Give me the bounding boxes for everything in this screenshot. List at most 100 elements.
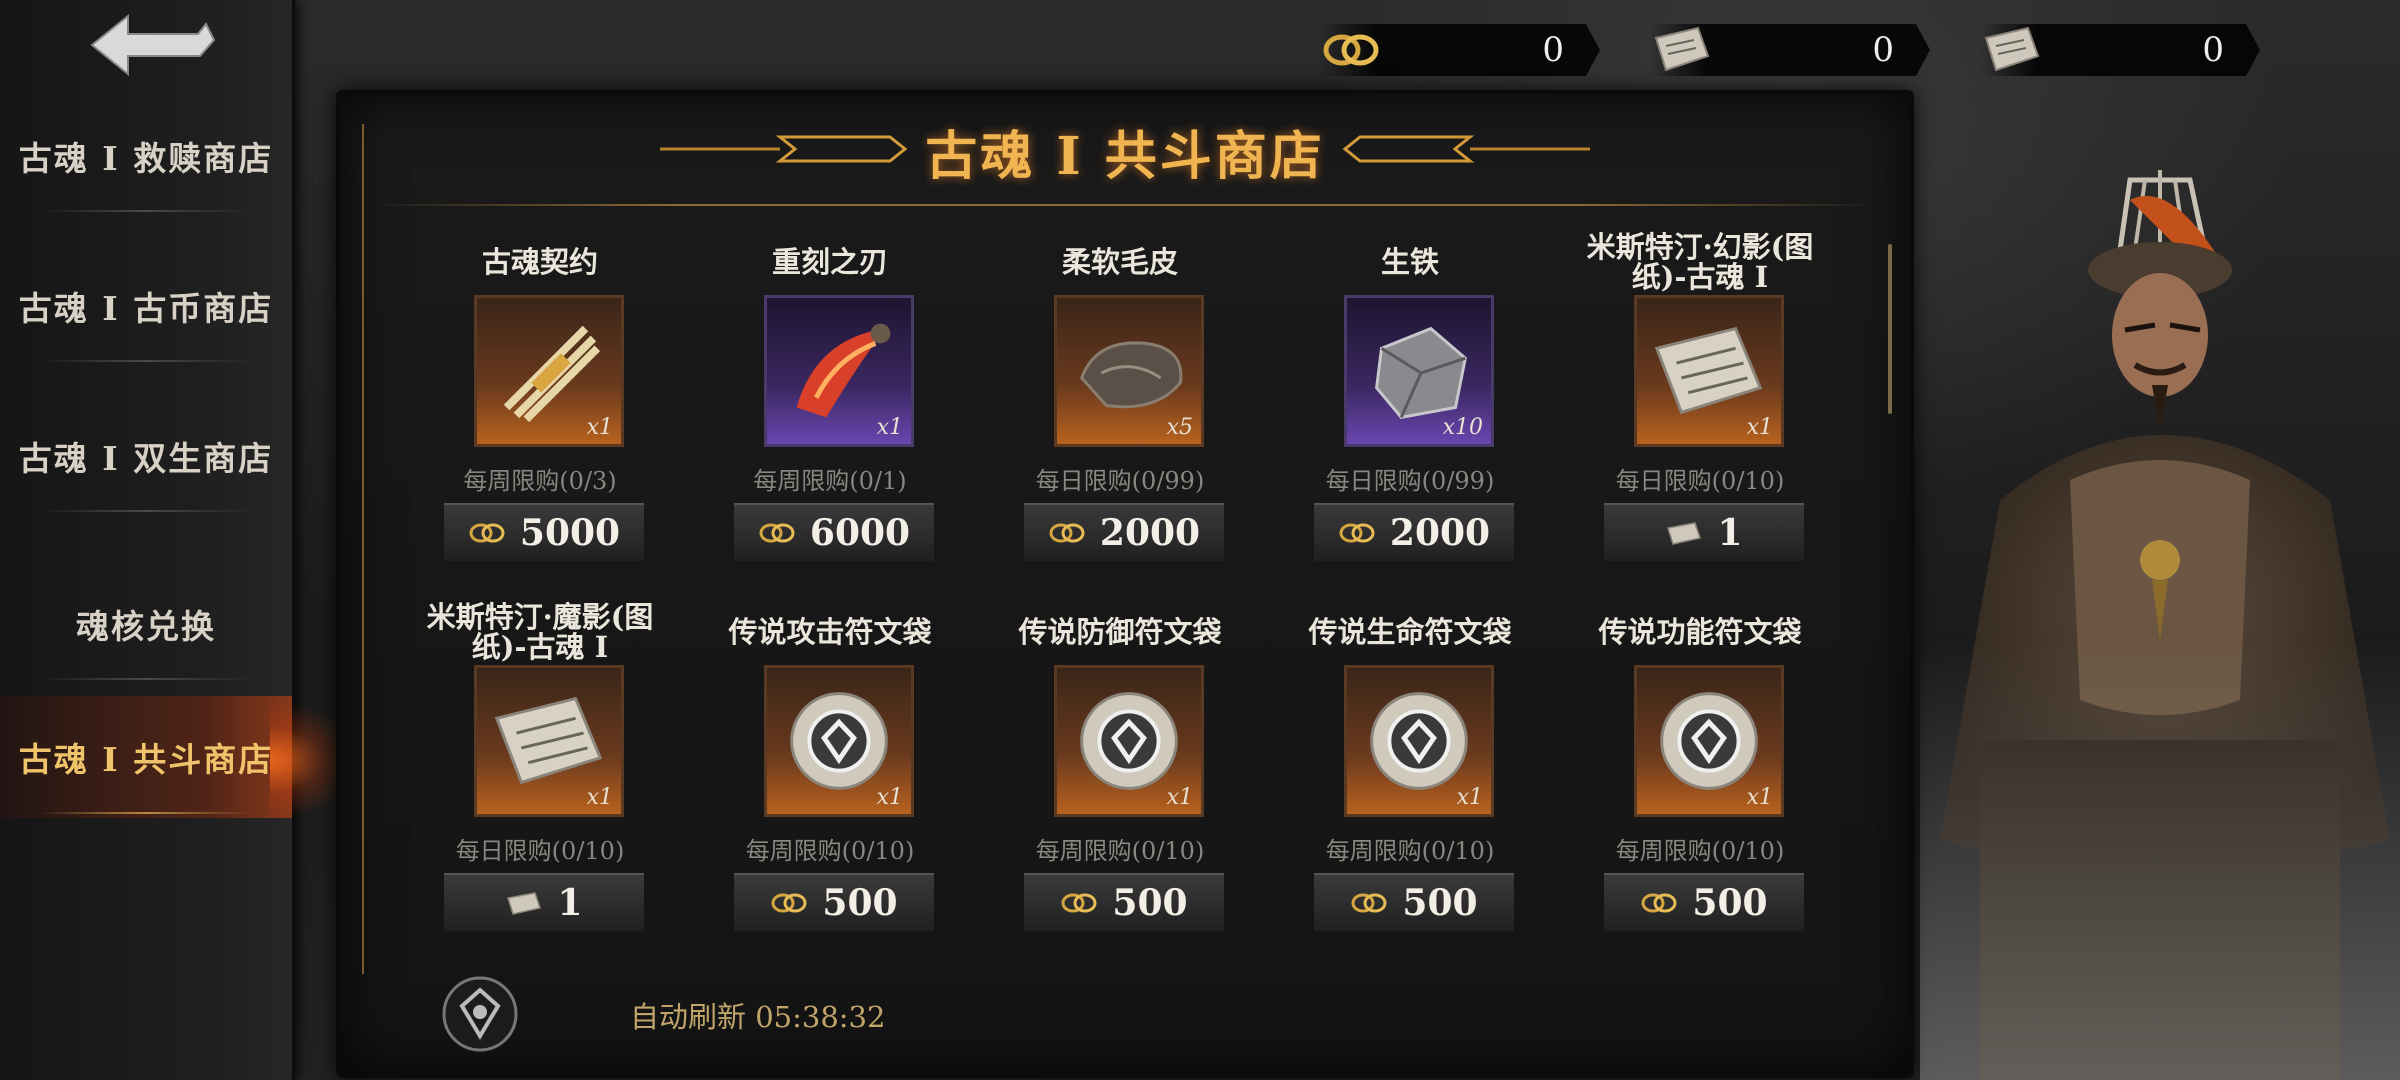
- purchase-limit: 每日限购(0/99): [1325, 467, 1495, 495]
- purchase-limit: 每日限购(0/10): [455, 837, 625, 865]
- bottom-emblem-button[interactable]: [440, 974, 520, 1054]
- shop-item: 重刻之刃 x1 每周限购(0/1) 6000: [710, 229, 950, 609]
- item-icon-button[interactable]: x5: [1054, 295, 1204, 447]
- soul-core-emblem-icon: [442, 976, 518, 1052]
- item-price: 1: [1717, 512, 1743, 554]
- item-quantity: x1: [876, 415, 903, 440]
- shop-panel: 古魂 I 共斗商店 古魂契约 x1 每周限购(0/3) 5000 重刻之刃 x1 每周限购(…: [336, 90, 1914, 1078]
- buy-button[interactable]: 6000: [734, 503, 934, 561]
- item-name: 传说攻击符文袋: [728, 615, 932, 649]
- soul-coin-icon: [759, 523, 795, 543]
- soul-coin-icon: [469, 523, 505, 543]
- sidebar-item-label: 古魂 I 双生商店: [18, 439, 274, 478]
- buy-button[interactable]: 5000: [444, 503, 644, 561]
- item-name: 重刻之刃: [771, 245, 888, 279]
- sidebar-item-label: 古魂 I 共斗商店: [18, 740, 274, 779]
- sidebar-item-twin-shop[interactable]: 古魂 I 双生商店: [0, 396, 292, 516]
- scrollbar[interactable]: [1888, 244, 1892, 414]
- sidebar-item-label: 古魂 I 救赎商店: [18, 139, 274, 178]
- purchase-limit: 每周限购(0/10): [1035, 837, 1205, 865]
- item-price: 500: [1402, 882, 1478, 924]
- item-icon-button[interactable]: x1: [764, 665, 914, 817]
- soul-coin-icon: [1049, 523, 1085, 543]
- item-price: 1: [557, 882, 583, 924]
- item-price: 5000: [519, 512, 621, 554]
- blueprint-scroll-icon: [1667, 522, 1702, 545]
- item-icon-button[interactable]: x1: [474, 295, 624, 447]
- item-price: 500: [1692, 882, 1768, 924]
- currency-value: 0: [1872, 30, 1894, 70]
- item-name: 柔软毛皮: [1061, 245, 1178, 279]
- item-price: 500: [1112, 882, 1188, 924]
- shop-item: 传说攻击符文袋 x1 每周限购(0/10) 500: [710, 599, 950, 979]
- item-icon-button[interactable]: x1: [1634, 665, 1784, 817]
- item-quantity: x1: [1746, 785, 1773, 810]
- buy-button[interactable]: 500: [1314, 873, 1514, 931]
- blueprint-scroll-icon: [1654, 26, 1710, 72]
- buy-button[interactable]: 2000: [1314, 503, 1514, 561]
- item-icon-button[interactable]: x1: [474, 665, 624, 817]
- item-icon-button[interactable]: x1: [1634, 295, 1784, 447]
- shop-item: 传说防御符文袋 x1 每周限购(0/10) 500: [1000, 599, 1240, 979]
- currency-value: 0: [2202, 30, 2224, 70]
- title-right-ornament-icon: [1342, 135, 1590, 163]
- item-price: 2000: [1099, 512, 1201, 554]
- buy-button[interactable]: 2000: [1024, 503, 1224, 561]
- shop-item: 生铁 x10 每日限购(0/99) 2000: [1290, 229, 1530, 609]
- panel-left-ornament: [362, 124, 380, 974]
- item-quantity: x1: [586, 415, 613, 440]
- purchase-limit: 每日限购(0/99): [1035, 467, 1205, 495]
- soul-coin-icon: [1641, 893, 1677, 913]
- shop-item: 传说功能符文袋 x1 每周限购(0/10) 500: [1580, 599, 1820, 979]
- sidebar-item-coin-shop[interactable]: 古魂 I 古币商店: [0, 246, 292, 366]
- back-button[interactable]: [88, 10, 218, 80]
- item-icon-button[interactable]: x1: [1054, 665, 1204, 817]
- currency-blueprint-1: 0: [1650, 24, 1930, 76]
- item-name: 生铁: [1380, 245, 1439, 279]
- item-price: 500: [822, 882, 898, 924]
- blueprint-scroll-icon: [1984, 26, 2040, 72]
- item-name: 传说防御符文袋: [1018, 615, 1222, 649]
- buy-button[interactable]: 1: [444, 873, 644, 931]
- purchase-limit: 每周限购(0/3): [463, 467, 617, 495]
- soul-coin-icon: [1323, 34, 1379, 66]
- soul-coin-icon: [771, 893, 807, 913]
- buy-button[interactable]: 500: [1024, 873, 1224, 931]
- buy-button[interactable]: 500: [734, 873, 934, 931]
- item-name: 传说功能符文袋: [1598, 615, 1802, 649]
- buy-button[interactable]: 1: [1604, 503, 1804, 561]
- sidebar-item-coop-shop[interactable]: 古魂 I 共斗商店: [0, 696, 292, 818]
- currency-value: 0: [1542, 30, 1564, 70]
- buy-button[interactable]: 500: [1604, 873, 1804, 931]
- item-quantity: x1: [876, 785, 903, 810]
- purchase-limit: 每日限购(0/10): [1615, 467, 1785, 495]
- shop-item: 米斯特汀·幻影(图纸)-古魂 I x1 每日限购(0/10) 1: [1580, 229, 1820, 609]
- item-icon-button[interactable]: x1: [1344, 665, 1494, 817]
- purchase-limit: 每周限购(0/10): [745, 837, 915, 865]
- soul-coin-icon: [1339, 523, 1375, 543]
- sidebar-item-soul-core-exchange[interactable]: 魂核兑换: [0, 564, 292, 684]
- item-icon-button[interactable]: x10: [1344, 295, 1494, 447]
- item-quantity: x1: [1456, 785, 1483, 810]
- currency-soul-coin: 0: [1320, 24, 1600, 76]
- item-name: 米斯特汀·幻影(图纸)-古魂 I: [1586, 230, 1814, 294]
- soul-coin-icon: [1061, 893, 1097, 913]
- item-quantity: x10: [1442, 415, 1483, 440]
- back-arrow-icon: [90, 13, 216, 77]
- shop-item: 传说生命符文袋 x1 每周限购(0/10) 500: [1290, 599, 1530, 979]
- item-quantity: x1: [1746, 415, 1773, 440]
- currency-blueprint-2: 0: [1980, 24, 2260, 76]
- item-quantity: x1: [586, 785, 613, 810]
- blueprint-scroll-icon: [507, 892, 542, 915]
- item-name: 传说生命符文袋: [1308, 615, 1512, 649]
- sidebar-item-redemption-shop[interactable]: 古魂 I 救赎商店: [0, 96, 292, 216]
- shop-item: 柔软毛皮 x5 每日限购(0/99) 2000: [1000, 229, 1240, 609]
- item-price: 6000: [809, 512, 911, 554]
- sidebar-item-label: 古魂 I 古币商店: [18, 289, 274, 328]
- shop-item: 古魂契约 x1 每周限购(0/3) 5000: [420, 229, 660, 609]
- page-title: 古魂 I 共斗商店: [925, 126, 1325, 187]
- item-icon-button[interactable]: x1: [764, 295, 914, 447]
- purchase-limit: 每周限购(0/10): [1325, 837, 1495, 865]
- auto-refresh-timer: 自动刷新 05:38:32: [630, 1000, 886, 1034]
- item-quantity: x1: [1166, 785, 1193, 810]
